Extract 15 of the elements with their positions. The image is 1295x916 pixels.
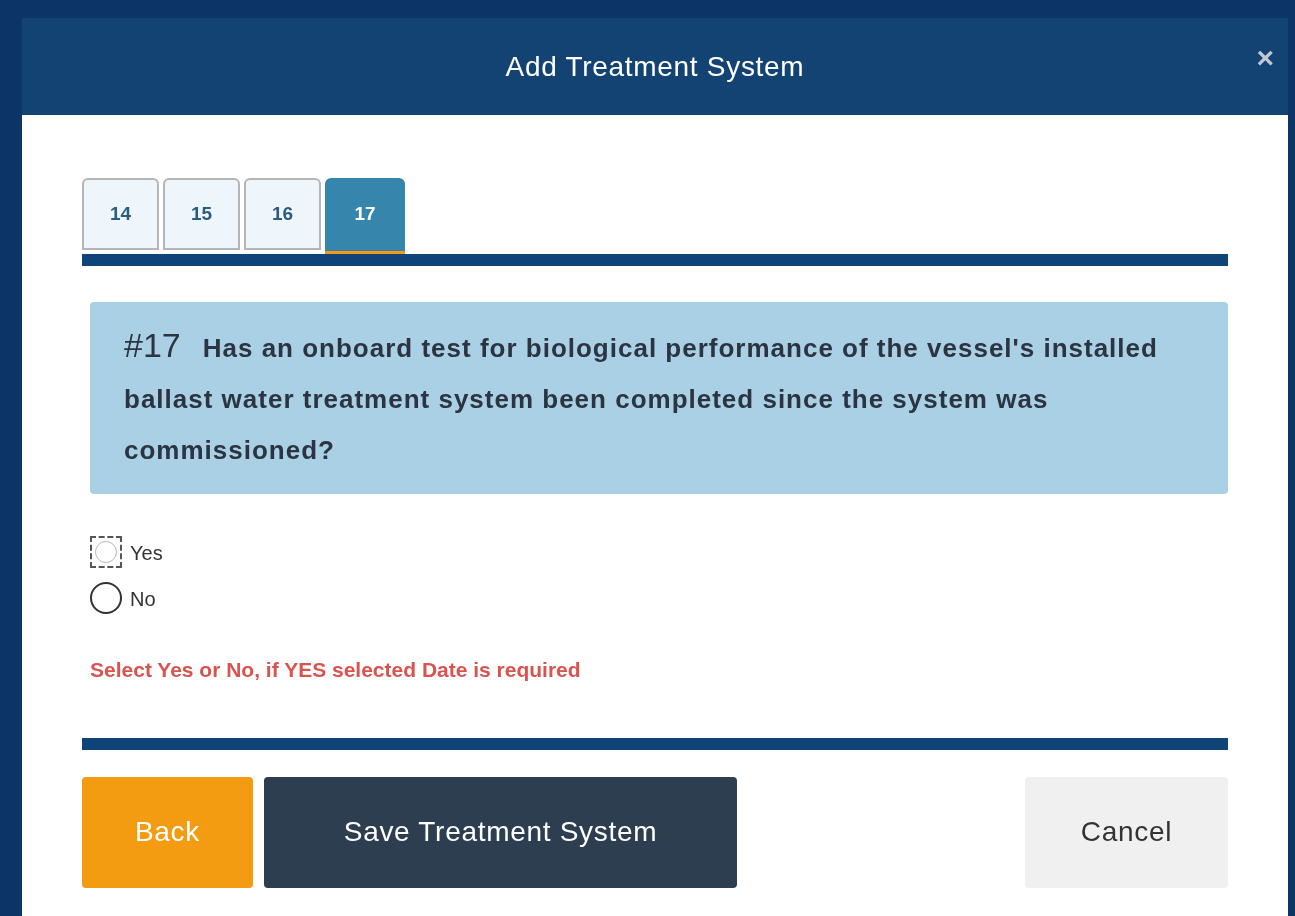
radio-button[interactable]: [90, 582, 122, 614]
radio-option[interactable]: No: [90, 582, 156, 614]
tab[interactable]: 15: [163, 178, 240, 250]
close-button[interactable]: ×: [1256, 43, 1274, 73]
tab[interactable]: 14: [82, 178, 159, 250]
radio-option[interactable]: Yes: [90, 536, 163, 568]
radio-label: Yes: [130, 541, 163, 566]
error-message: Select Yes or No, if YES selected Date is required: [90, 657, 582, 683]
save-button[interactable]: Save Treatment System: [264, 776, 737, 888]
tab[interactable]: 17: [325, 178, 405, 254]
question-text: #17 Has an onboard test for biological performance of the vessel's installed ballast water treatment system been completed since the system was commissioned?: [124, 325, 1159, 467]
cancel-button[interactable]: Cancel: [1025, 776, 1228, 888]
dialog-title: Add Treatment System: [505, 49, 805, 84]
radio-label: No: [130, 587, 156, 612]
tab[interactable]: 16: [244, 178, 321, 250]
